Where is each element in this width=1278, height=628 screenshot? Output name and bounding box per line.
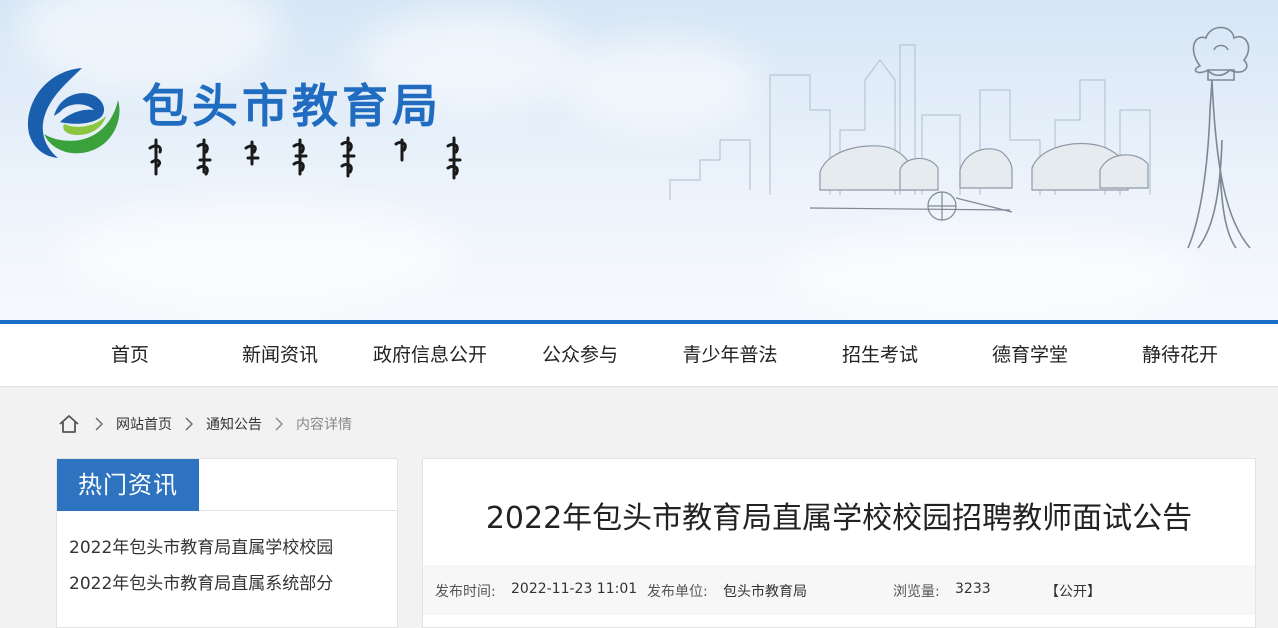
- views-count: 3233: [955, 581, 991, 597]
- home-icon[interactable]: [58, 413, 80, 435]
- nav-item-moral-education[interactable]: 德育学堂: [992, 324, 1068, 387]
- sidebar-title: 热门资讯: [57, 459, 199, 511]
- list-item[interactable]: 2022年包头市教育局直属系统部分: [57, 571, 397, 607]
- publisher-label: 发布单位:: [647, 584, 708, 600]
- site-title: 包头市教育局: [142, 79, 442, 133]
- article-title: 2022年包头市教育局直属学校校园招聘教师面试公告: [485, 501, 1193, 536]
- publish-time-value: 2022-11-23 11:01: [511, 581, 638, 597]
- views-label: 浏览量:: [893, 584, 940, 600]
- breadcrumb-current: 内容详情: [296, 417, 352, 433]
- nav-item-waiting-bloom[interactable]: 静待花开: [1142, 324, 1218, 387]
- article-panel: 2022年包头市教育局直属学校校园招聘教师面试公告 发布时间: 2022-11-…: [422, 458, 1256, 628]
- breadcrumb: 网站首页 通知公告 内容详情: [58, 410, 352, 438]
- publisher-value: 包头市教育局: [723, 584, 807, 600]
- chevron-right-icon: [185, 417, 193, 431]
- list-item[interactable]: 2022年包头市教育局直属学校校园: [57, 535, 397, 571]
- header-banner: 包头市教育局: [0, 0, 1278, 322]
- main-nav: 首页 新闻资讯 政府信息公开 公众参与 青少年普法 招生考试 德育学堂 静待花开: [0, 324, 1278, 387]
- breadcrumb-section-link[interactable]: 通知公告: [206, 414, 262, 434]
- nav-item-news[interactable]: 新闻资讯: [242, 324, 318, 387]
- bureau-logo-icon[interactable]: [24, 64, 124, 160]
- sidebar-header: 热门资讯: [57, 459, 397, 511]
- publish-time-label: 发布时间:: [435, 584, 496, 600]
- nav-item-home[interactable]: 首页: [111, 324, 149, 387]
- chevron-right-icon: [275, 417, 283, 431]
- chevron-right-icon: [95, 417, 103, 431]
- hot-news-sidebar: 热门资讯 2022年包头市教育局直属学校校园 2022年包头市教育局直属系统部分: [56, 458, 398, 628]
- sidebar-list: 2022年包头市教育局直属学校校园 2022年包头市教育局直属系统部分: [57, 511, 397, 607]
- cloud-decoration: [60, 200, 460, 310]
- nav-item-admissions[interactable]: 招生考试: [842, 324, 918, 387]
- article-meta-bar: 发布时间: 2022-11-23 11:01 发布单位: 包头市教育局 浏览量:…: [423, 565, 1255, 615]
- visibility-badge: 【公开】: [1045, 584, 1101, 600]
- breadcrumb-home-link[interactable]: 网站首页: [116, 414, 172, 434]
- mongolian-script-logotype: [148, 136, 462, 180]
- city-skyline-illustration: [669, 26, 1251, 249]
- nav-item-youth-law[interactable]: 青少年普法: [682, 324, 777, 387]
- nav-item-gov-info[interactable]: 政府信息公开: [373, 324, 487, 387]
- nav-item-public-participation[interactable]: 公众参与: [542, 324, 618, 387]
